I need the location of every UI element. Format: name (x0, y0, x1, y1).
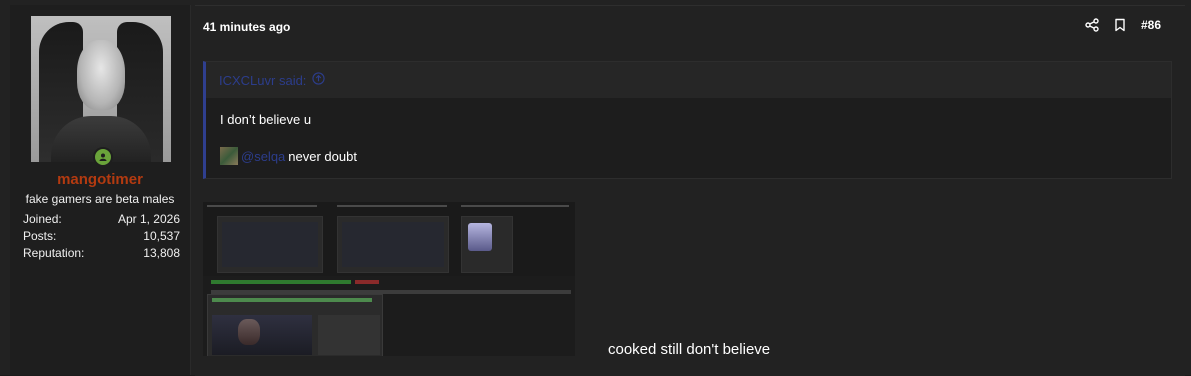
screenshot-nested-face (238, 319, 260, 345)
quote-text: I don’t believe u (220, 112, 312, 127)
mention-link[interactable]: @selqa (241, 149, 285, 164)
stat-posts: Posts: 10,537 (23, 229, 180, 246)
user-stats: Joined: Apr 1, 2026 Posts: 10,537 Reputa… (23, 212, 180, 263)
arrow-up-circle-icon[interactable] (312, 72, 326, 88)
stat-label: Reputation: (23, 246, 85, 260)
screenshot-nested-image (212, 315, 312, 355)
quote-author[interactable]: ICXCLuvr said: (219, 73, 306, 88)
post-actions: #86 (1085, 18, 1161, 32)
quote-block: ICXCLuvr said: I don’t believe u @selqa … (203, 61, 1172, 179)
screenshot-thumbnail (461, 216, 513, 273)
avatar-face (77, 40, 125, 110)
screenshot-thumbnail-row (203, 202, 575, 276)
screenshot-thumbnail-content (222, 222, 318, 267)
online-status-icon (93, 147, 113, 167)
screenshot-nested-side (318, 315, 380, 355)
quote-text-rest: never doubt (288, 148, 357, 164)
screenshot-thumbnail (217, 216, 323, 273)
stat-label: Joined: (23, 212, 62, 226)
screenshot-text (461, 205, 569, 207)
stat-value: 13,808 (143, 246, 180, 260)
forum-post: mangotimer fake gamers are beta males Jo… (0, 0, 1191, 376)
stat-reputation: Reputation: 13,808 (23, 246, 180, 263)
share-icon[interactable] (1085, 18, 1099, 32)
avatar[interactable] (31, 16, 171, 162)
quote-mention-line: @selqa never doubt (220, 147, 357, 165)
post-body-text: cooked still don't believe (608, 341, 771, 358)
username-link[interactable]: mangotimer (10, 171, 190, 188)
post-content: 41 minutes ago #86 ICXCLuvr said: I don’… (195, 5, 1185, 376)
post-number-link[interactable]: #86 (1141, 18, 1161, 32)
screenshot-thumbnail (337, 216, 449, 273)
embedded-screenshot-image[interactable] (203, 202, 575, 356)
screenshot-nested-post (207, 294, 383, 356)
screenshot-thumbnail-content (342, 222, 444, 267)
mention-avatar[interactable] (220, 147, 238, 165)
screenshot-portrait (468, 223, 492, 251)
post-timestamp[interactable]: 41 minutes ago (203, 20, 290, 34)
stat-joined: Joined: Apr 1, 2026 (23, 212, 180, 229)
stat-value: Apr 1, 2026 (117, 212, 180, 226)
screenshot-text (211, 280, 351, 284)
user-title: fake gamers are beta males (25, 192, 175, 206)
stat-value: 10,537 (143, 229, 180, 243)
quote-header[interactable]: ICXCLuvr said: (206, 62, 1171, 98)
bookmark-icon[interactable] (1113, 18, 1127, 32)
screenshot-text (212, 298, 372, 302)
screenshot-text (207, 205, 317, 207)
user-info-column: mangotimer fake gamers are beta males Jo… (10, 5, 191, 375)
screenshot-text (337, 205, 447, 207)
screenshot-text (355, 280, 379, 284)
stat-label: Posts: (23, 229, 57, 243)
